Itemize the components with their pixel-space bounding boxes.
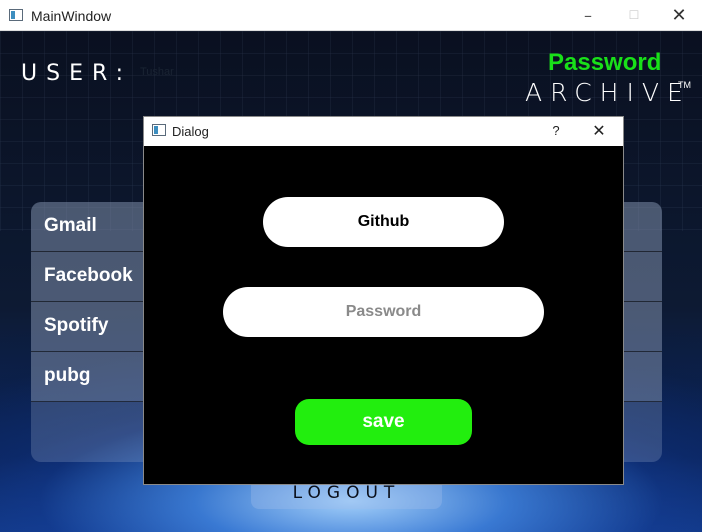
add-account-dialog: Dialog ? ✕ Github save bbox=[143, 116, 624, 485]
window-title: MainWindow bbox=[31, 8, 112, 24]
main-window: MainWindow – ☐ ✕ USER: Tushar Password A… bbox=[0, 0, 702, 532]
list-item-label: Spotify bbox=[44, 315, 109, 336]
dialog-close-button[interactable]: ✕ bbox=[587, 121, 611, 141]
logo-password-text: Password bbox=[548, 49, 662, 76]
minimize-button[interactable]: – bbox=[565, 0, 611, 31]
close-button[interactable]: ✕ bbox=[656, 0, 702, 31]
logo-archive-text: ARCHIVE bbox=[525, 78, 691, 107]
list-item-label: Gmail bbox=[44, 215, 97, 236]
dialog-titlebar: Dialog ? ✕ bbox=[144, 117, 623, 146]
logo-trademark: TM bbox=[678, 80, 691, 90]
dialog-app-icon bbox=[152, 124, 166, 136]
save-button[interactable]: save bbox=[295, 399, 472, 445]
user-label: USER: bbox=[21, 61, 132, 86]
help-button[interactable]: ? bbox=[544, 121, 568, 141]
list-item-label: pubg bbox=[44, 365, 91, 386]
dialog-title: Dialog bbox=[172, 124, 209, 139]
window-app-icon bbox=[9, 9, 23, 21]
site-name-field[interactable]: Github bbox=[263, 197, 504, 247]
window-titlebar: MainWindow – ☐ ✕ bbox=[0, 0, 702, 31]
maximize-button[interactable]: ☐ bbox=[611, 0, 657, 31]
list-item-label: Facebook bbox=[44, 265, 133, 286]
user-name: Tushar bbox=[140, 66, 174, 78]
password-field[interactable] bbox=[223, 287, 544, 337]
